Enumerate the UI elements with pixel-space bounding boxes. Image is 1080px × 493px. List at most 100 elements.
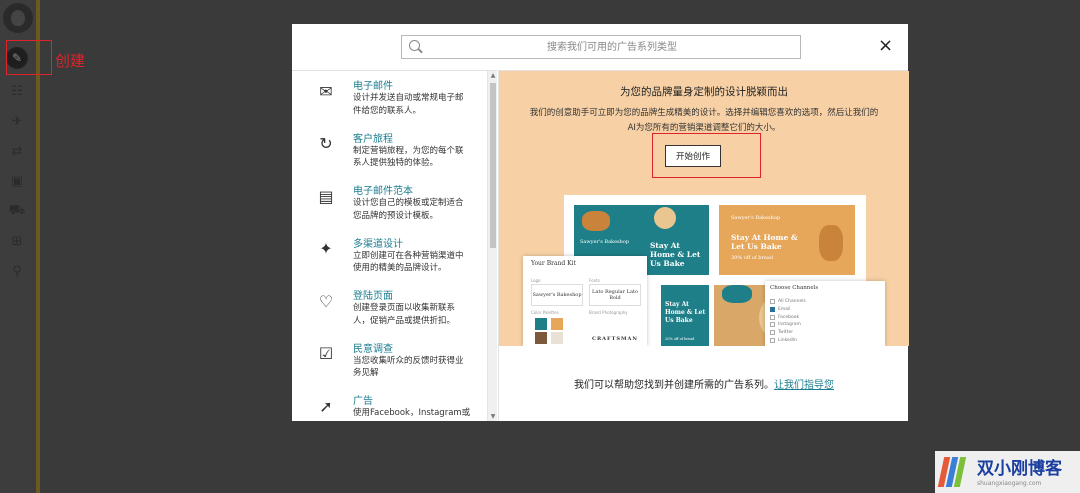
- campaign-type-description: 设计并发送自动或常规电子邮件给您的联系人。: [353, 93, 464, 116]
- start-creating-button[interactable]: 开始创作: [665, 145, 721, 167]
- checkbox-icon: [770, 314, 775, 320]
- mailchimp-logo-icon[interactable]: [3, 3, 33, 33]
- campaign-type-title[interactable]: 广告: [353, 392, 373, 407]
- scroll-down-icon[interactable]: ▼: [490, 414, 496, 420]
- list-scrollbar[interactable]: ▲ ▼: [487, 71, 497, 421]
- brand-kit-fonts-label: Fonts: [589, 278, 600, 283]
- choose-channels-panel: Choose Channels All Channels Email Faceboo…: [765, 281, 885, 346]
- brand-kit-title: Your Brand Kit: [531, 260, 576, 267]
- card-headline: Stay At Home & Let Us Bake: [665, 301, 706, 324]
- campaign-type-item[interactable]: ✉ 电子邮件 设计并发送自动或常规电子邮件给您的联系人。: [292, 77, 487, 129]
- automations-icon[interactable]: ⇄: [8, 142, 26, 160]
- email-icon: ✉: [319, 81, 333, 101]
- channel-option: All Channels: [770, 299, 806, 304]
- hero-title: 为您的品牌量身定制的设计脱颖而出: [620, 86, 788, 98]
- watermark: 双小刚博客 shuangxiaogang.com: [935, 451, 1080, 493]
- bread-image: [654, 207, 676, 229]
- journey-icon: ↻: [319, 134, 333, 153]
- scroll-up-icon[interactable]: ▲: [490, 73, 496, 79]
- channels-title: Choose Channels: [770, 285, 819, 291]
- channel-label: Email: [778, 306, 791, 312]
- bread-image: [582, 211, 610, 231]
- watermark-title: 双小刚博客: [977, 459, 1062, 479]
- campaign-type-item[interactable]: ▤ 电子邮件范本 设计您自己的模板或定制适合您品牌的预设计模板。: [292, 182, 487, 234]
- channel-option: Facebook: [770, 314, 800, 320]
- campaign-type-title[interactable]: 登陆页面: [353, 287, 393, 302]
- campaign-type-title[interactable]: 客户旅程: [353, 130, 393, 145]
- annotation-highlight-box: [6, 40, 52, 75]
- campaign-type-title[interactable]: 民意调查: [353, 340, 393, 355]
- channel-label: LinkedIn: [778, 338, 797, 343]
- card-brand-name: Sawyer's Bakeshop: [580, 239, 630, 245]
- channel-label: All Channels: [778, 299, 806, 304]
- audience-icon[interactable]: ☷: [8, 82, 26, 100]
- ad-click-icon: ➚: [319, 396, 333, 416]
- channel-label: Twitter: [778, 330, 794, 336]
- watermark-logo-icon: [937, 457, 971, 487]
- close-icon[interactable]: ×: [878, 37, 893, 55]
- campaign-type-description: 设计您自己的模板或定制适合您品牌的预设计模板。: [353, 198, 464, 221]
- brand-kit-palette-label: Color Palettes: [531, 310, 559, 315]
- channel-option: Email: [770, 306, 791, 312]
- campaign-type-item[interactable]: ♡ 登陆页面 创建登录页面以收集新联系人，促销产品或提供折扣。: [292, 287, 487, 339]
- checkbox-icon: [770, 338, 775, 343]
- creative-assistant-hero: 为您的品牌量身定制的设计脱颖而出 我们的创意助手可立即为您的品牌生成精美的设计。…: [499, 71, 909, 346]
- campaign-search-box[interactable]: [401, 35, 801, 59]
- preview-card-teal-small: Stay At Home & Let Us Bake 20% off of br…: [661, 285, 709, 346]
- card-subtext: 20% off of bread: [665, 337, 695, 341]
- campaign-type-title[interactable]: 多渠道设计: [353, 235, 403, 250]
- campaign-type-description: 立即创建可在各种营销渠道中使用的精美的品牌设计。: [353, 250, 464, 274]
- color-swatch: [535, 332, 547, 344]
- channel-option: Instagram: [770, 322, 801, 328]
- guide-text: 我们可以帮助您找到并创建所需的广告系列。: [574, 380, 774, 391]
- preview-card-tan: Sawyer's Bakeshop Stay At Home & Let Us …: [719, 205, 855, 275]
- brand-kit-photo: CRAFTSMAN: [592, 336, 638, 342]
- channel-label: Facebook: [778, 314, 800, 320]
- survey-icon: ☑: [318, 344, 334, 363]
- template-icon: ▤: [318, 186, 334, 206]
- content-icon[interactable]: ⛟: [8, 202, 26, 220]
- checkbox-icon: [770, 322, 775, 328]
- campaign-type-title[interactable]: 电子邮件: [353, 77, 393, 92]
- card-subtext: 30% off of bread: [731, 255, 774, 261]
- card-headline: Stay At Home & Let Us Bake: [650, 241, 701, 268]
- campaign-type-list: ✉ 电子邮件 设计并发送自动或常规电子邮件给您的联系人。 ↻ 客户旅程 制定营销旅程，为您…: [292, 70, 497, 421]
- channel-option: Twitter: [770, 330, 794, 336]
- brand-kit-logo: Sawyer's Bakeshop: [531, 284, 583, 306]
- scrollbar-thumb[interactable]: [490, 83, 496, 248]
- brand-kit-fonts: Lato Regular Lato Bold: [589, 284, 641, 306]
- color-swatch: [551, 332, 563, 344]
- search-icon[interactable]: ⚲: [8, 262, 26, 280]
- create-campaign-modal: × ✉ 电子邮件设计并发送自动或常规电子邮件给您的联系人。 ↻ 客户旅程制定营销旅程，…: [292, 24, 909, 421]
- campaign-type-description: 当您收集听众的反馈时获得业务见解: [353, 355, 464, 379]
- campaign-type-description: 制定营销旅程，为您的每个联系人提供独特的体验。: [353, 145, 464, 169]
- checkbox-icon: [770, 299, 775, 304]
- campaign-type-item[interactable]: ✦ 多渠道设计 立即创建可在各种营销渠道中使用的精美的品牌设计。: [292, 235, 487, 287]
- channel-label: Instagram: [778, 322, 801, 328]
- guide-footer: 我们可以帮助您找到并创建所需的广告系列。让我们指导您: [499, 376, 909, 391]
- annotation-create-label: 创建: [55, 52, 86, 70]
- campaign-type-item[interactable]: ☑ 民意调查 当您收集听众的反馈时获得业务见解: [292, 340, 487, 392]
- campaign-type-description: 使用Facebook，Instagram或: [353, 408, 471, 418]
- checkbox-icon: [770, 306, 775, 312]
- feature-panel: 为您的品牌量身定制的设计脱颖而出 我们的创意助手可立即为您的品牌生成精美的设计。…: [498, 70, 909, 421]
- integrations-icon[interactable]: ⊞: [8, 232, 26, 250]
- magic-wand-icon: ✦: [319, 239, 333, 258]
- landing-page-icon: ♡: [318, 291, 334, 311]
- campaign-type-title[interactable]: 电子邮件范本: [353, 182, 413, 197]
- brand-kit-images-label: Brand Photography: [589, 310, 628, 315]
- hero-description: 我们的创意助手可立即为您的品牌生成精美的设计。选择并编辑您喜欢的选项，然后让我们…: [529, 108, 879, 133]
- campaign-search-input[interactable]: [428, 38, 796, 56]
- channel-option: LinkedIn: [770, 338, 797, 343]
- watermark-url: shuangxiaogang.com: [977, 480, 1042, 487]
- campaigns-icon[interactable]: ✈: [8, 112, 26, 130]
- brand-kit-logo-label: Logo: [531, 278, 541, 283]
- card-brand-name: Sawyer's Bakeshop: [731, 215, 781, 221]
- campaign-type-item[interactable]: ➚ 广告 使用Facebook，Instagram或: [292, 392, 487, 421]
- checkbox-icon: [770, 330, 775, 336]
- campaign-type-item[interactable]: ↻ 客户旅程 制定营销旅程，为您的每个联系人提供独特的体验。: [292, 130, 487, 182]
- guide-link[interactable]: 让我们指导您: [774, 380, 834, 391]
- website-icon[interactable]: ▣: [8, 172, 26, 190]
- campaign-type-description: 创建登录页面以收集新联系人，促销产品或提供折扣。: [353, 303, 456, 326]
- card-headline: Stay At Home & Let Us Bake: [731, 233, 798, 251]
